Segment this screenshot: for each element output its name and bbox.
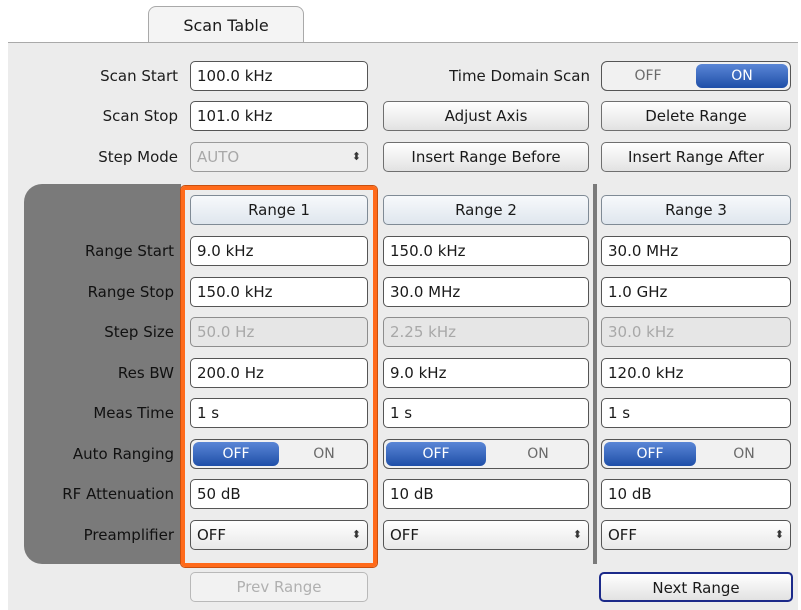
scan-start-field[interactable]: 100.0 kHz [190,61,368,91]
range-2-preamplifier-select[interactable]: OFF ⬍ [383,520,589,550]
scan-start-label: Scan Start [100,67,178,85]
preamplifier-label: Preamplifier [83,526,174,544]
range-3-stop-field[interactable]: 1.0 GHz [601,277,791,307]
range-start-label: Range Start [85,242,174,260]
rf-attenuation-label: RF Attenuation [62,485,174,503]
preamp-value: OFF [390,526,420,544]
toggle-off-option[interactable]: OFF [602,62,694,90]
range-3-rf-attenuation-field[interactable]: 10 dB [601,479,791,509]
adjust-axis-button[interactable]: Adjust Axis [383,101,589,131]
step-size-label: Step Size [104,323,174,341]
range-1-selection-highlight [181,186,377,567]
scan-stop-label: Scan Stop [102,107,178,125]
preamp-value: OFF [608,526,638,544]
time-domain-scan-label: Time Domain Scan [449,67,590,85]
next-range-button[interactable]: Next Range [599,572,793,602]
step-mode-label: Step Mode [98,148,178,166]
delete-range-button[interactable]: Delete Range [601,101,791,131]
range-3-start-field[interactable]: 30.0 MHz [601,236,791,266]
prev-range-button[interactable]: Prev Range [190,572,368,602]
range-2-rf-attenuation-field[interactable]: 10 dB [383,479,589,509]
step-mode-select[interactable]: AUTO ⬍ [190,142,368,172]
insert-range-before-button[interactable]: Insert Range Before [383,142,589,172]
range-2-header-button[interactable]: Range 2 [383,195,589,225]
res-bw-label: Res BW [117,364,174,382]
range-3-preamplifier-select[interactable]: OFF ⬍ [601,520,791,550]
meas-time-label: Meas Time [93,404,174,422]
range-3-res-bw-field[interactable]: 120.0 kHz [601,358,791,388]
toggle-off-option[interactable]: OFF [386,442,486,466]
range-3-step-size-field: 30.0 kHz [601,317,791,347]
scan-stop-field[interactable]: 101.0 kHz [190,101,368,131]
range-3-auto-ranging-toggle[interactable]: OFF ON [601,439,791,469]
updown-arrows-icon: ⬍ [774,528,784,541]
range-3-header-button[interactable]: Range 3 [601,195,791,225]
toggle-off-option[interactable]: OFF [604,442,696,466]
range-2-meas-time-field[interactable]: 1 s [383,398,589,428]
tab-scan-table[interactable]: Scan Table [148,6,304,44]
step-mode-value: AUTO [197,148,240,166]
range-2-auto-ranging-toggle[interactable]: OFF ON [383,439,589,469]
range-2-start-field[interactable]: 150.0 kHz [383,236,589,266]
toggle-on-option[interactable]: ON [696,64,788,88]
updown-arrows-icon: ⬍ [351,150,361,163]
range-2-stop-field[interactable]: 30.0 MHz [383,277,589,307]
toggle-on-option[interactable]: ON [698,440,790,468]
auto-ranging-label: Auto Ranging [72,445,174,463]
range-stop-label: Range Stop [87,283,174,301]
time-domain-scan-toggle[interactable]: OFF ON [601,61,791,91]
toggle-on-option[interactable]: ON [488,440,588,468]
updown-arrows-icon: ⬍ [572,528,582,541]
range-2-res-bw-field[interactable]: 9.0 kHz [383,358,589,388]
range-2-step-size-field: 2.25 kHz [383,317,589,347]
range-3-meas-time-field[interactable]: 1 s [601,398,791,428]
insert-range-after-button[interactable]: Insert Range After [601,142,791,172]
